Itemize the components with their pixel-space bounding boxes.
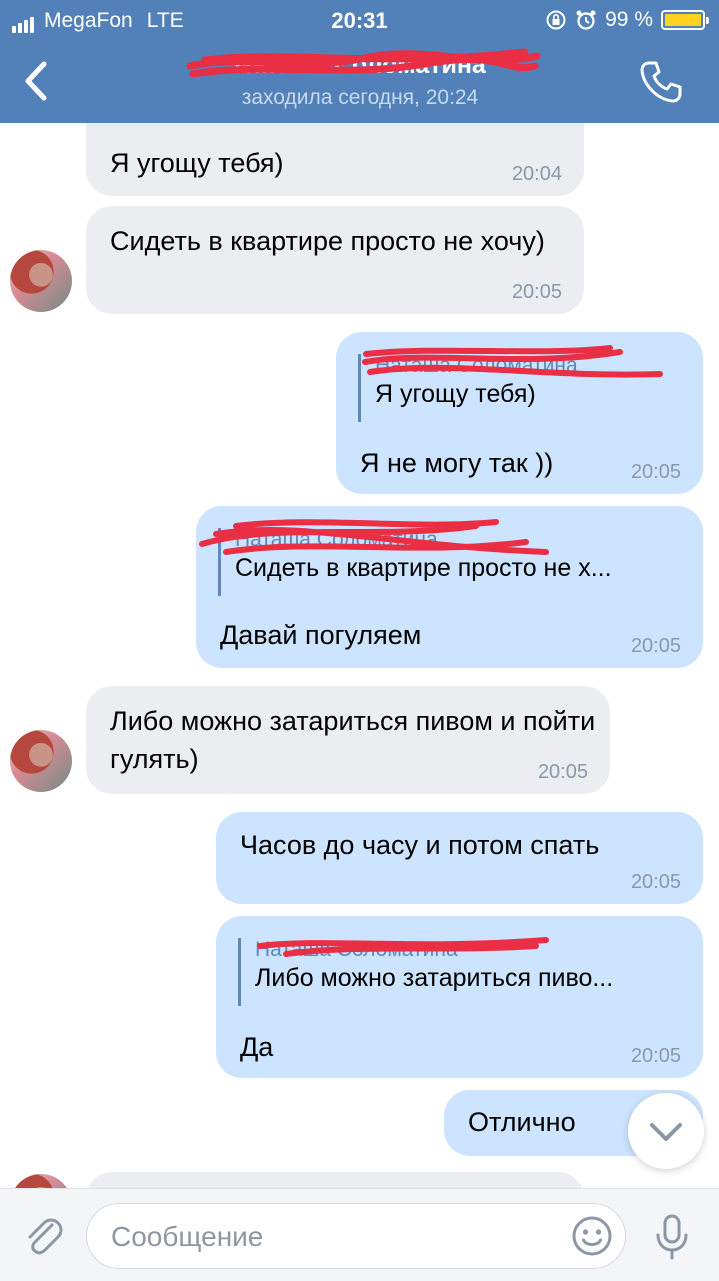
message-text: Давай погуляем (220, 620, 422, 650)
message-bubble-outgoing[interactable]: Наташа Соломатина Я угощу тебя) Я не мог… (336, 332, 703, 494)
contact-avatar[interactable] (10, 250, 72, 312)
message-text: Да (240, 1032, 274, 1062)
reply-quote[interactable]: Наташа Соломатина Я угощу тебя) (358, 354, 578, 422)
reply-author: Наташа Соломатина (375, 354, 578, 377)
message-bubble-incoming[interactable]: Либо можно затариться пивом и пойти гуля… (86, 686, 610, 794)
smile-icon (572, 1216, 612, 1256)
microphone-icon (656, 1214, 688, 1260)
status-bar: MegaFon LTE 20:31 99 % (0, 6, 719, 36)
reply-quote[interactable]: Наташа Соломатина Либо можно затариться … (238, 938, 613, 1006)
message-bubble-outgoing[interactable]: Часов до часу и потом спать 20:05 (216, 812, 703, 904)
message-bubble-outgoing[interactable]: Наташа Соломатина Сидеть в квартире прос… (196, 506, 703, 668)
message-text: Либо можно затариться пивом и пойти гуля… (110, 706, 596, 774)
message-time: 20:05 (630, 1045, 681, 1067)
reply-quote[interactable]: Наташа Соломатина Сидеть в квартире прос… (218, 528, 612, 596)
battery-percent: 99 % (605, 8, 653, 31)
message-time: 20:04 (511, 163, 562, 185)
message-input[interactable] (109, 1204, 553, 1270)
call-button[interactable] (637, 58, 685, 106)
status-right: 99 % (545, 8, 709, 32)
battery-icon (661, 10, 709, 30)
message-time: 20:05 (511, 281, 562, 303)
message-text: Я угощу тебя) (110, 148, 284, 178)
alarm-icon (576, 10, 596, 30)
chevron-down-icon (650, 1123, 682, 1141)
chat-header: MegaFon LTE 20:31 99 % Наташа Соломатина (0, 0, 719, 123)
attach-button[interactable] (20, 1213, 66, 1259)
reply-text: Я угощу тебя) (375, 380, 536, 408)
phone-icon (640, 61, 682, 103)
orientation-lock-icon (546, 10, 566, 30)
chat-title[interactable]: Наташа Соломатина заходила сегодня, 20:2… (150, 50, 570, 110)
back-button[interactable] (18, 58, 58, 104)
chevron-left-icon (25, 61, 47, 101)
message-composer (0, 1188, 719, 1281)
message-bubble-incoming[interactable]: Сидеть в квартире просто не хочу) 20:05 (86, 206, 584, 314)
message-text: Часов до часу и потом спать (240, 830, 600, 860)
contact-name: Наташа Соломатина (234, 51, 486, 79)
message-time: 20:05 (630, 461, 681, 483)
reply-author: Наташа Соломатина (255, 938, 458, 961)
voice-message-button[interactable] (652, 1213, 692, 1261)
message-text: Я не могу так )) (360, 448, 554, 478)
message-time: 20:05 (630, 871, 681, 893)
message-input-box[interactable] (86, 1203, 626, 1270)
message-time: 20:05 (537, 761, 588, 783)
reply-text: Либо можно затариться пиво... (255, 964, 614, 992)
scroll-to-bottom-button[interactable] (628, 1093, 704, 1169)
message-text: Отлично (468, 1107, 576, 1137)
message-text: Сидеть в квартире просто не хочу) (110, 226, 545, 256)
message-time: 20:05 (630, 635, 681, 657)
paperclip-icon (28, 1218, 63, 1255)
reply-text: Сидеть в квартире просто не х... (235, 554, 612, 582)
message-bubble-outgoing[interactable]: Наташа Соломатина Либо можно затариться … (216, 916, 703, 1078)
contact-avatar[interactable] (10, 730, 72, 792)
last-seen-status: заходила сегодня, 20:24 (241, 86, 479, 109)
reply-author: Наташа Соломатина (235, 528, 438, 551)
emoji-button[interactable] (571, 1215, 613, 1257)
